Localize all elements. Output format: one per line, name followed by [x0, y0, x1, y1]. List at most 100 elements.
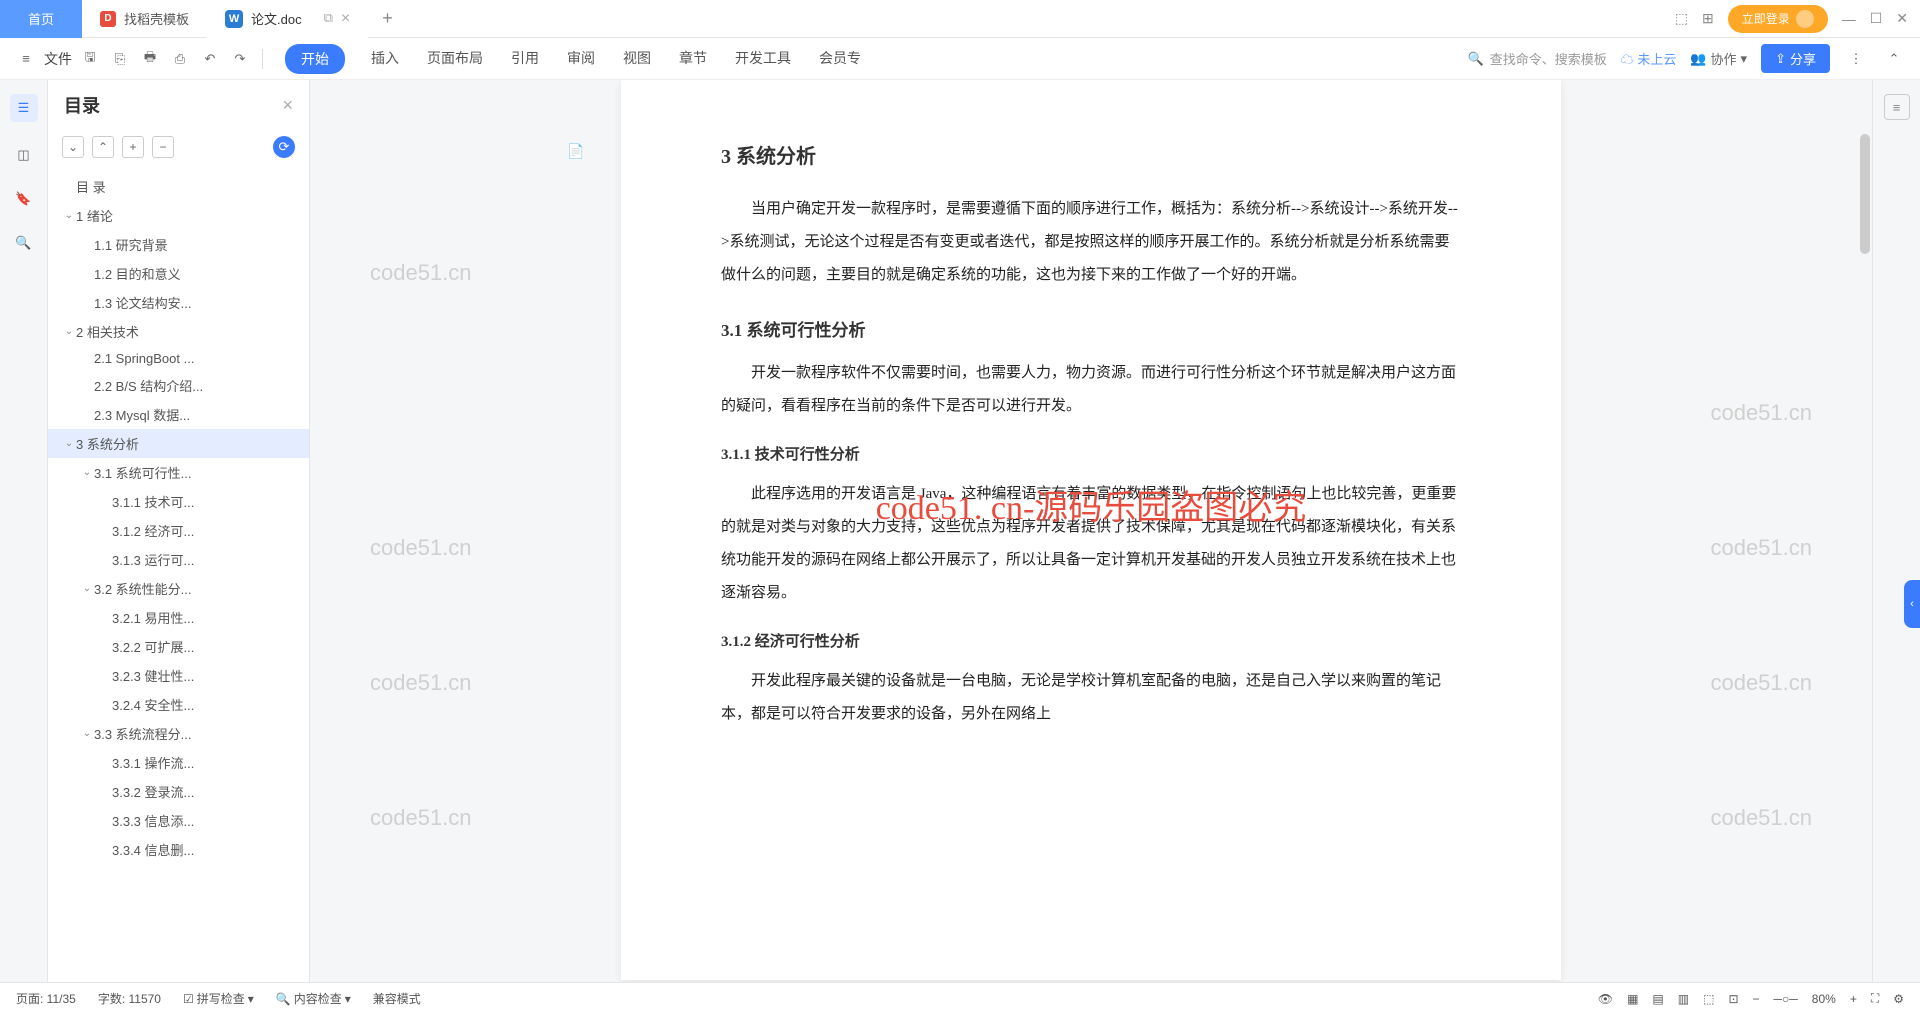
- toc-item[interactable]: 3.2.4 安全性...: [48, 690, 309, 719]
- new-tab-button[interactable]: +: [368, 0, 407, 38]
- outline-icon[interactable]: ☰: [10, 94, 38, 122]
- apps-icon[interactable]: ⊞: [1702, 10, 1714, 27]
- ribbon: ≡ 文件 🖫 ⎘ 🖶 ⎙ ↶ ↷ 开始 插入 页面布局 引用 审阅 视图 章节 …: [0, 38, 1920, 80]
- ribbon-tab-reference[interactable]: 引用: [509, 44, 541, 74]
- settings-icon[interactable]: ⚙: [1893, 992, 1904, 1006]
- content-check[interactable]: 🔍 内容检查 ▾: [276, 990, 351, 1007]
- toc-item[interactable]: 3.2.3 健壮性...: [48, 661, 309, 690]
- document-canvas[interactable]: 📄 3 系统分析 当用户确定开发一款程序时，是需要遵循下面的顺序进行工作，概括为…: [310, 80, 1872, 982]
- status-bar: 页面: 11/35 字数: 11570 ☑ 拼写检查 ▾ 🔍 内容检查 ▾ 兼容…: [0, 982, 1920, 1014]
- bookmark-icon[interactable]: 🔖: [13, 188, 35, 210]
- toc-item[interactable]: 3.3.1 操作流...: [48, 748, 309, 777]
- ribbon-tab-view[interactable]: 视图: [621, 44, 653, 74]
- heading-4: 3.1.2 经济可行性分析: [721, 630, 1461, 651]
- tab-document[interactable]: W 论文.doc ⧉×: [207, 0, 368, 38]
- export-icon[interactable]: ⎘: [108, 47, 132, 71]
- menu-icon[interactable]: ≡: [14, 47, 38, 71]
- save-icon[interactable]: 🖫: [78, 47, 102, 71]
- avatar-icon: [1796, 10, 1814, 28]
- remove-level-icon[interactable]: −: [152, 136, 174, 158]
- toc-item[interactable]: 3.2.1 易用性...: [48, 603, 309, 632]
- scrollbar-thumb[interactable]: [1860, 134, 1870, 254]
- tab-find-template[interactable]: D找稻壳模板: [82, 0, 207, 38]
- zoom-in-icon[interactable]: +: [1850, 992, 1857, 1006]
- command-search[interactable]: 🔍查找命令、搜索模板: [1468, 49, 1607, 68]
- side-tab[interactable]: ‹: [1904, 580, 1920, 628]
- close-toc-icon[interactable]: ×: [282, 95, 293, 116]
- word-icon: W: [225, 10, 243, 28]
- toc-item[interactable]: 2.2 B/S 结构介绍...: [48, 371, 309, 400]
- spell-check[interactable]: ☑ 拼写检查 ▾: [183, 990, 254, 1007]
- toc-item[interactable]: 3.2.2 可扩展...: [48, 632, 309, 661]
- ribbon-tab-insert[interactable]: 插入: [369, 44, 401, 74]
- view-web-icon[interactable]: ▤: [1652, 992, 1663, 1006]
- find-icon[interactable]: 🔍: [13, 232, 35, 254]
- toc-item[interactable]: 3.1.1 技术可...: [48, 487, 309, 516]
- toc-item[interactable]: ⌄ 3.1 系统可行性...: [48, 458, 309, 487]
- refresh-toc-icon[interactable]: ⟳: [273, 136, 295, 158]
- view-outline-icon[interactable]: ▥: [1678, 992, 1689, 1006]
- toc-item[interactable]: 3.1.2 经济可...: [48, 516, 309, 545]
- paragraph: 此程序选用的开发语言是 Java，这种编程语言有着丰富的数据类型，在指令控制语句…: [721, 478, 1461, 610]
- heading-3: 3.1 系统可行性分析: [721, 316, 1461, 341]
- share-button[interactable]: ⇪ 分享: [1761, 44, 1830, 73]
- toc-item[interactable]: 2.3 Mysql 数据...: [48, 400, 309, 429]
- toc-item[interactable]: 2.1 SpringBoot ...: [48, 346, 309, 371]
- more-icon[interactable]: ⋮: [1844, 47, 1868, 71]
- panel-toggle-icon[interactable]: ≡: [1884, 94, 1910, 120]
- toc-item[interactable]: ⌄ 3 系统分析: [48, 429, 309, 458]
- ribbon-tab-chapter[interactable]: 章节: [677, 44, 709, 74]
- file-menu[interactable]: 文件: [44, 49, 72, 69]
- toc-item[interactable]: 3.3.2 登录流...: [48, 777, 309, 806]
- toc-item[interactable]: 1.1 研究背景: [48, 230, 309, 259]
- ribbon-tab-layout[interactable]: 页面布局: [425, 44, 485, 74]
- tab-home[interactable]: 首页: [0, 0, 82, 38]
- document-page[interactable]: 📄 3 系统分析 当用户确定开发一款程序时，是需要遵循下面的顺序进行工作，概括为…: [621, 80, 1561, 980]
- word-count[interactable]: 字数: 11570: [98, 990, 161, 1007]
- toc-item[interactable]: 1.2 目的和意义: [48, 259, 309, 288]
- cloud-status[interactable]: ☁ 未上云: [1621, 49, 1677, 68]
- toc-item[interactable]: ⌄ 2 相关技术: [48, 317, 309, 346]
- minimize-icon[interactable]: —: [1842, 11, 1856, 27]
- toc-item[interactable]: 3.1.3 运行可...: [48, 545, 309, 574]
- close-window-icon[interactable]: ✕: [1896, 10, 1908, 27]
- tab-split-icon[interactable]: ⧉: [324, 10, 333, 28]
- toc-item[interactable]: 3.3.4 信息删...: [48, 835, 309, 864]
- add-level-icon[interactable]: +: [122, 136, 144, 158]
- zoom-out-icon[interactable]: −: [1753, 992, 1760, 1006]
- toc-item[interactable]: ⌄ 1 绪论: [48, 201, 309, 230]
- watermark: code51.cn: [1710, 535, 1812, 561]
- layout-icon[interactable]: ⬚: [1675, 10, 1688, 27]
- ribbon-tab-devtools[interactable]: 开发工具: [733, 44, 793, 74]
- undo-icon[interactable]: ↶: [198, 47, 222, 71]
- toc-item[interactable]: 1.3 论文结构安...: [48, 288, 309, 317]
- view-mode-icon[interactable]: ⬚: [1703, 992, 1714, 1006]
- nav-icon[interactable]: ◫: [13, 144, 35, 166]
- zoom-fit-icon[interactable]: ⊡: [1728, 992, 1738, 1006]
- view-print-icon[interactable]: ▦: [1627, 992, 1638, 1006]
- compat-mode[interactable]: 兼容模式: [373, 990, 421, 1007]
- toc-item[interactable]: 3.3.3 信息添...: [48, 806, 309, 835]
- toc-item[interactable]: 目 录: [48, 172, 309, 201]
- preview-icon[interactable]: ⎙: [168, 47, 192, 71]
- ribbon-tab-start[interactable]: 开始: [285, 44, 345, 74]
- login-button[interactable]: 立即登录: [1728, 5, 1828, 33]
- print-icon[interactable]: 🖶: [138, 47, 162, 71]
- collaborate-button[interactable]: 👥 协作 ▾: [1690, 49, 1747, 68]
- expand-all-icon[interactable]: ⌃: [92, 136, 114, 158]
- collapse-all-icon[interactable]: ⌄: [62, 136, 84, 158]
- ribbon-tab-review[interactable]: 审阅: [565, 44, 597, 74]
- redo-icon[interactable]: ↷: [228, 47, 252, 71]
- maximize-icon[interactable]: ☐: [1870, 10, 1883, 27]
- toc-item[interactable]: ⌄ 3.3 系统流程分...: [48, 719, 309, 748]
- zoom-level[interactable]: 80%: [1812, 992, 1836, 1006]
- zoom-slider[interactable]: ─○─: [1774, 992, 1798, 1006]
- toc-item[interactable]: ⌄ 3.2 系统性能分...: [48, 574, 309, 603]
- page-indicator[interactable]: 页面: 11/35: [16, 990, 76, 1007]
- fullscreen-icon[interactable]: ⛶: [1871, 991, 1879, 1006]
- collapse-ribbon-icon[interactable]: ⌃: [1882, 47, 1906, 71]
- view-read-icon[interactable]: 👁: [1598, 992, 1613, 1006]
- ribbon-tab-member[interactable]: 会员专: [817, 44, 863, 74]
- close-tab-icon[interactable]: ×: [341, 10, 350, 28]
- page-action-icon[interactable]: 📄: [565, 140, 587, 162]
